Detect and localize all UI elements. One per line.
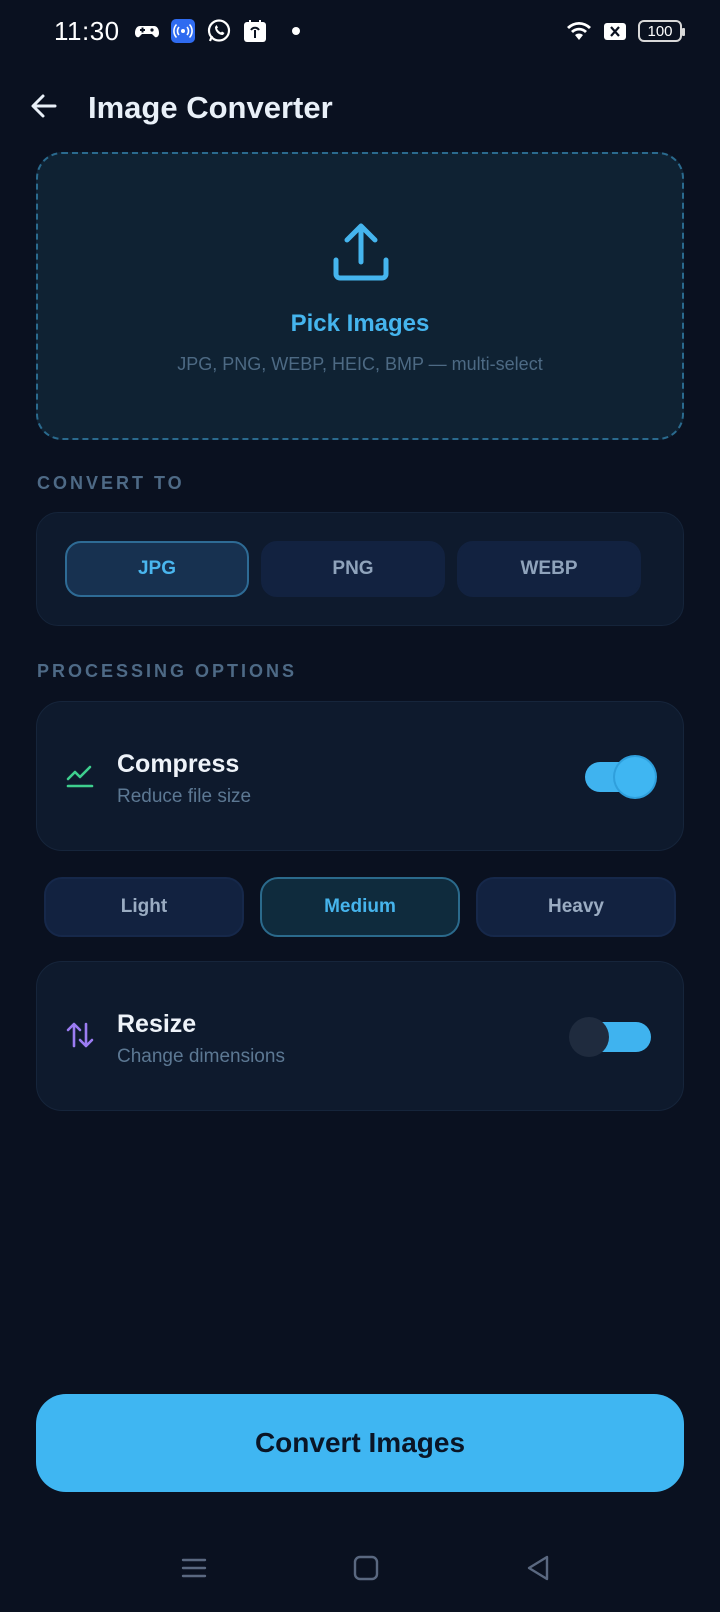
- compress-subtitle: Reduce file size: [117, 786, 252, 807]
- pick-images-subtitle: JPG, PNG, WEBP, HEIC, BMP — multi-select: [177, 354, 543, 374]
- dot-icon: [292, 27, 300, 35]
- x-box-icon: [602, 18, 628, 44]
- wifi-icon: [566, 18, 592, 44]
- compress-level-light[interactable]: Light: [44, 877, 244, 937]
- compress-level-heavy[interactable]: Heavy: [476, 877, 676, 937]
- trending-up-icon: [66, 765, 94, 788]
- resize-toggle-knob: [569, 1017, 609, 1057]
- notification-icons: [134, 18, 300, 44]
- battery-icon: 100: [638, 20, 685, 42]
- whatsapp-icon: [206, 18, 232, 44]
- page-title: Image Converter: [88, 90, 333, 125]
- resize-title: Resize: [117, 1010, 197, 1038]
- broadcast-icon: [170, 18, 196, 44]
- resize-option-card: Resize Change dimensions: [36, 961, 684, 1111]
- arrow-left-icon: [31, 94, 57, 118]
- home-nav-icon[interactable]: [348, 1550, 384, 1586]
- compress-toggle-knob: [615, 757, 655, 797]
- format-option-png[interactable]: PNG: [261, 541, 445, 597]
- status-bar: 11:30 100: [0, 0, 720, 64]
- status-time: 11:30: [54, 16, 120, 46]
- convert-images-button[interactable]: Convert Images: [36, 1394, 684, 1492]
- menu-nav-icon[interactable]: [176, 1550, 212, 1586]
- store-icon: [242, 18, 268, 44]
- compress-level-medium[interactable]: Medium: [260, 877, 460, 937]
- processing-options-label: PROCESSING OPTIONS: [37, 661, 298, 681]
- swap-vertical-icon: [66, 1022, 94, 1048]
- gamepad-icon: [134, 18, 160, 44]
- resize-toggle[interactable]: [569, 1017, 651, 1057]
- app-header: Image Converter: [0, 76, 720, 140]
- back-nav-icon[interactable]: [520, 1550, 556, 1586]
- format-option-jpg[interactable]: JPG: [65, 541, 249, 597]
- pick-images-dropzone[interactable]: Pick Images JPG, PNG, WEBP, HEIC, BMP — …: [36, 152, 684, 440]
- system-nav-bar: [0, 1540, 720, 1596]
- upload-icon: [333, 223, 389, 281]
- resize-subtitle: Change dimensions: [117, 1046, 285, 1067]
- pick-images-title: Pick Images: [290, 310, 430, 337]
- compress-toggle[interactable]: [585, 757, 655, 797]
- compress-option-card: Compress Reduce file size: [36, 701, 684, 851]
- system-icons: 100: [566, 18, 685, 44]
- format-option-webp[interactable]: WEBP: [457, 541, 641, 597]
- compress-title: Compress: [117, 750, 240, 778]
- convert-to-label: CONVERT TO: [37, 473, 185, 493]
- back-button[interactable]: [24, 86, 64, 126]
- format-selector: JPG PNG WEBP: [36, 512, 684, 626]
